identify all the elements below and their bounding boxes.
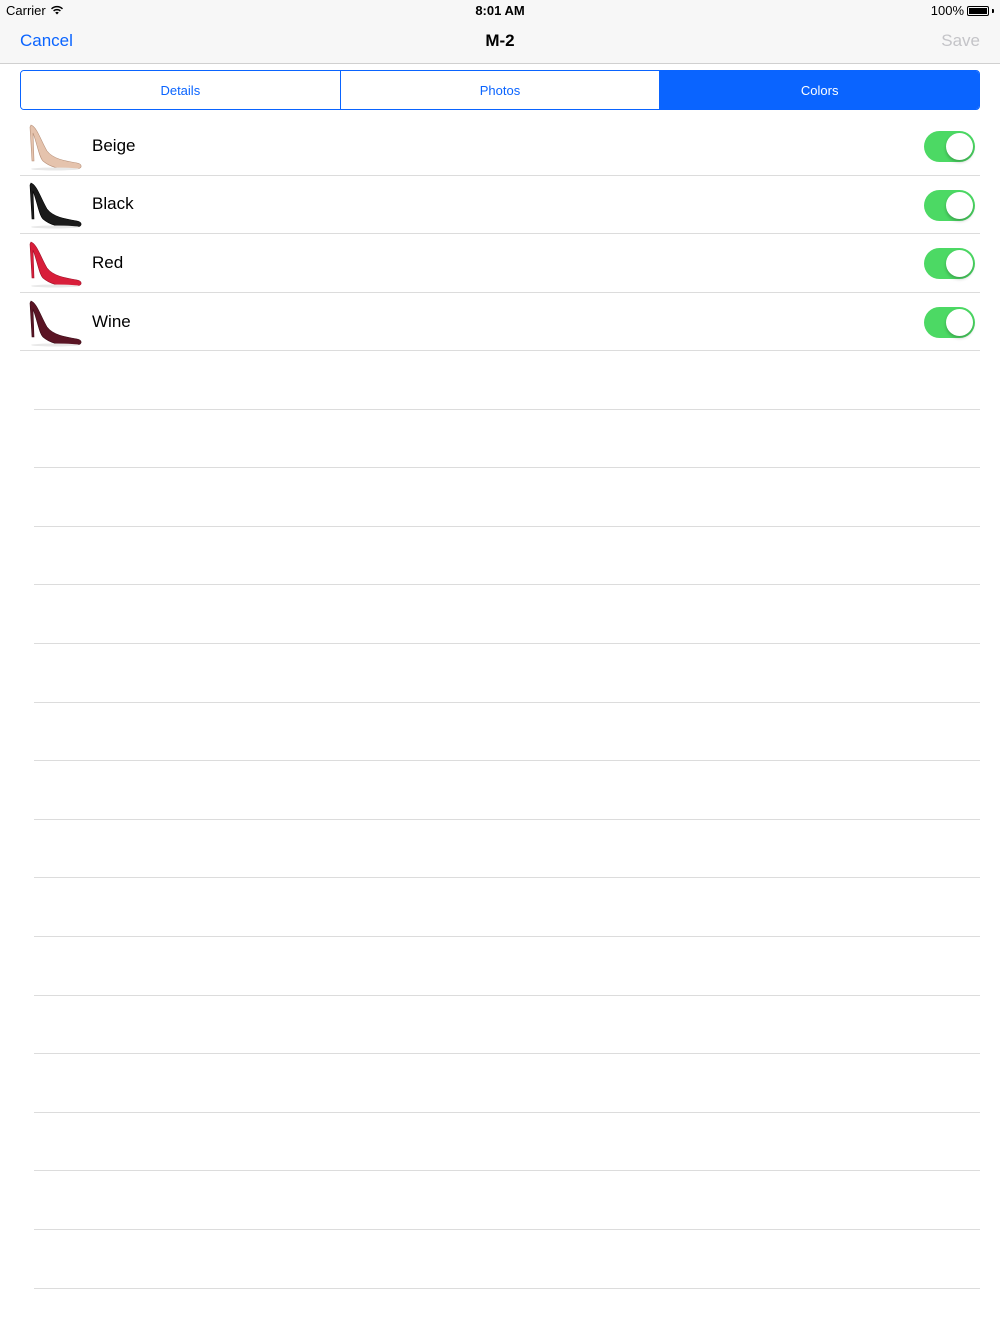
shoe-thumbnail — [26, 236, 84, 290]
empty-row — [34, 878, 980, 937]
shoe-thumbnail — [26, 119, 84, 173]
empty-row — [34, 527, 980, 586]
segmented-control: Details Photos Colors — [20, 70, 980, 110]
empty-row — [34, 351, 980, 410]
black-toggle[interactable] — [924, 189, 975, 221]
empty-row — [34, 1113, 980, 1172]
shoe-thumbnail — [26, 177, 84, 231]
status-bar: Carrier 8:01 AM 100% — [0, 0, 1000, 20]
empty-row — [34, 468, 980, 527]
shoe-shape — [29, 241, 82, 287]
status-time: 8:01 AM — [475, 3, 525, 18]
battery-icon — [967, 5, 989, 16]
color-row-red: Red — [20, 234, 980, 293]
tab-photos[interactable]: Photos — [339, 71, 660, 109]
empty-row — [34, 644, 980, 703]
empty-rows — [34, 351, 980, 1289]
empty-row — [34, 996, 980, 1055]
battery-tip — [992, 8, 994, 13]
red-toggle[interactable] — [924, 248, 975, 280]
color-row-black: Black — [20, 176, 980, 235]
color-row-wine: Wine — [20, 293, 980, 352]
empty-row — [34, 410, 980, 469]
empty-row — [34, 1171, 980, 1230]
empty-row — [34, 1230, 980, 1289]
beige-toggle[interactable] — [924, 131, 975, 162]
empty-row — [34, 1054, 980, 1113]
empty-row — [34, 820, 980, 879]
save-button[interactable]: Save — [941, 31, 980, 51]
navigation-bar: Cancel M-2 Save — [0, 20, 1000, 64]
battery-percent: 100% — [930, 3, 964, 18]
color-row-beige: Beige — [20, 117, 980, 176]
empty-row — [34, 761, 980, 820]
shoe-thumbnail — [26, 295, 84, 349]
color-label: Beige — [92, 135, 136, 155]
wine-toggle[interactable] — [924, 306, 975, 338]
tab-details[interactable]: Details — [21, 71, 340, 109]
empty-row — [34, 937, 980, 996]
shoe-shape — [29, 300, 82, 346]
color-list: Beige Black Red Wine — [20, 117, 980, 352]
tab-colors[interactable]: Colors — [659, 71, 979, 109]
shoe-shape — [29, 183, 82, 228]
empty-row — [34, 703, 980, 762]
color-label: Wine — [92, 311, 131, 331]
empty-row — [34, 585, 980, 644]
battery-indicator: 100% — [931, 3, 994, 18]
shoe-shape — [29, 124, 82, 170]
color-label: Red — [92, 252, 124, 272]
page-title: M-2 — [485, 31, 515, 50]
color-label: Black — [92, 194, 134, 214]
